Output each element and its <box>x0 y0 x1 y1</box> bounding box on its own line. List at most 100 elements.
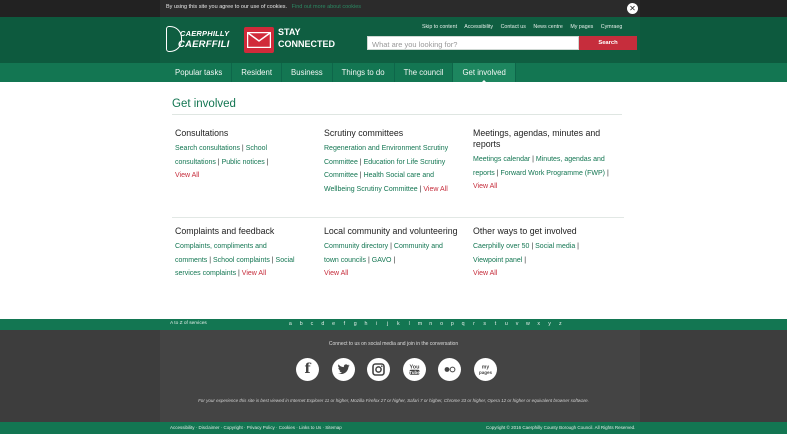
view-all-link[interactable]: View All <box>324 270 348 277</box>
section-links: Complaints, compliments and comments | S… <box>175 243 295 277</box>
contact-link[interactable]: Contact us <box>501 24 526 30</box>
a-to-z-bar: A to Z of services a b c d e f g h i j k… <box>0 319 787 330</box>
link-public-notices[interactable]: Public notices <box>222 159 265 166</box>
search-placeholder: What are you looking for? <box>372 40 458 49</box>
instagram-icon[interactable] <box>367 358 390 381</box>
section-local-community: Local community and volunteering Communi… <box>324 226 458 281</box>
section-links: Community directory | Community and town… <box>324 243 443 277</box>
logo-line-2: CAERFFILI <box>178 39 230 50</box>
accessibility-link[interactable]: Accessibility <box>464 24 493 30</box>
view-all-link[interactable]: View All <box>242 270 266 277</box>
svg-text:Tube: Tube <box>409 370 420 375</box>
footer-links[interactable]: Accessibility · Disclaimer · Copyright ·… <box>170 425 342 430</box>
a-to-z-letters: a b c d e f g h i j k l m n o p q r s t … <box>285 320 566 329</box>
nav-the-council[interactable]: The council <box>395 63 454 82</box>
link-search-consultations[interactable]: Search consultations <box>175 145 240 152</box>
social-intro: Connect to us on social media and join i… <box>328 341 459 347</box>
nav-get-involved[interactable]: Get involved <box>453 63 516 83</box>
cookie-bar: By using this site you agree to our use … <box>0 0 787 17</box>
letter-x[interactable]: x <box>533 320 544 329</box>
link-gavo[interactable]: GAVO <box>372 257 392 264</box>
letter-j[interactable]: j <box>382 320 393 329</box>
cookie-text: By using this site you agree to our use … <box>166 4 288 10</box>
letter-y[interactable]: y <box>544 320 555 329</box>
section-heading: Other ways to get involved <box>473 226 577 236</box>
nav-popular-tasks[interactable]: Popular tasks <box>166 63 233 82</box>
section-links: Regeneration and Environment Scrutiny Co… <box>324 145 449 193</box>
section-complaints: Complaints and feedback Complaints, comp… <box>175 226 295 281</box>
utility-links: Skip to content Accessibility Contact us… <box>422 24 628 34</box>
letter-f[interactable]: f <box>339 320 350 329</box>
social-links: f You Tube my pages <box>296 358 509 381</box>
letter-g[interactable]: g <box>350 320 361 329</box>
facebook-icon[interactable]: f <box>296 358 319 381</box>
letter-m[interactable]: m <box>415 320 426 329</box>
twitter-icon[interactable] <box>331 358 355 381</box>
cookie-message: By using this site you agree to our use … <box>166 4 361 10</box>
letter-t[interactable]: t <box>490 320 501 329</box>
section-heading: Local community and volunteering <box>324 226 458 236</box>
letter-c[interactable]: c <box>307 320 318 329</box>
letter-q[interactable]: q <box>458 320 469 329</box>
view-all-link[interactable]: View All <box>423 186 447 193</box>
link-forward-work-programme[interactable]: Forward Work Programme (FWP) <box>501 170 606 177</box>
link-school-complaints[interactable]: School complaints <box>213 257 270 264</box>
skip-link[interactable]: Skip to content <box>422 24 457 30</box>
section-heading: Consultations <box>175 128 229 138</box>
svg-text:pages: pages <box>478 370 492 375</box>
link-social-media[interactable]: Social media <box>535 243 575 250</box>
link-community-directory[interactable]: Community directory <box>324 243 388 250</box>
section-other-ways: Other ways to get involved Caerphilly ov… <box>473 226 581 281</box>
stay-line-2: CONNECTED <box>278 39 336 49</box>
news-link[interactable]: News centre <box>533 24 562 30</box>
my-pages-link[interactable]: My pages <box>570 24 593 30</box>
envelope-icon <box>244 27 274 53</box>
link-viewpoint-panel[interactable]: Viewpoint panel <box>473 257 522 264</box>
letter-b[interactable]: b <box>296 320 307 329</box>
nav-things-to-do[interactable]: Things to do <box>333 63 395 82</box>
letter-u[interactable]: u <box>501 320 512 329</box>
letter-n[interactable]: n <box>425 320 436 329</box>
section-meetings: Meetings, agendas, minutes and reports M… <box>473 128 615 194</box>
section-heading: Meetings, agendas, minutes and reports <box>473 128 601 149</box>
letter-d[interactable]: d <box>317 320 328 329</box>
letter-z[interactable]: z <box>555 320 566 329</box>
view-all-link[interactable]: View All <box>473 270 497 277</box>
letter-v[interactable]: v <box>512 320 523 329</box>
letter-k[interactable]: k <box>393 320 404 329</box>
view-all-link[interactable]: View All <box>473 183 497 190</box>
letter-o[interactable]: o <box>436 320 447 329</box>
nav-resident[interactable]: Resident <box>232 63 283 82</box>
browser-note: For your experience this site is best vi… <box>198 398 589 403</box>
link-caerphilly-over-50[interactable]: Caerphilly over 50 <box>473 243 529 250</box>
title-divider <box>172 114 622 115</box>
search-button[interactable]: Search <box>579 36 637 50</box>
letter-h[interactable]: h <box>361 320 372 329</box>
letter-s[interactable]: s <box>479 320 490 329</box>
search-input[interactable]: What are you looking for? <box>367 36 579 50</box>
nav-business[interactable]: Business <box>282 63 333 82</box>
close-icon[interactable]: ✕ <box>627 3 638 14</box>
letter-l[interactable]: l <box>404 320 415 329</box>
youtube-icon[interactable]: You Tube <box>402 358 426 381</box>
link-meetings-calendar[interactable]: Meetings calendar <box>473 156 530 163</box>
letter-a[interactable]: a <box>285 320 296 329</box>
page-title: Get involved <box>172 98 236 110</box>
a-to-z-label: A to Z of services <box>170 321 207 326</box>
stay-line-1: STAY <box>278 27 301 37</box>
footer-bottom-bar: Accessibility · Disclaimer · Copyright ·… <box>0 422 787 434</box>
letter-p[interactable]: p <box>447 320 458 329</box>
section-links: Search consultations | School consultati… <box>175 145 269 179</box>
council-logo[interactable]: CAERPHILLY CAERFFILI <box>166 26 236 54</box>
stay-connected-logo[interactable]: STAY CONNECTED <box>244 27 336 55</box>
letter-e[interactable]: e <box>328 320 339 329</box>
letter-i[interactable]: i <box>371 320 382 329</box>
flickr-icon[interactable] <box>438 358 461 381</box>
cookie-link[interactable]: Find out more about cookies <box>292 4 361 10</box>
letter-w[interactable]: w <box>523 320 534 329</box>
my-pages-icon[interactable]: my pages <box>473 358 497 381</box>
view-all-link[interactable]: View All <box>175 172 199 179</box>
letter-r[interactable]: r <box>469 320 480 329</box>
cymraeg-link[interactable]: Cymraeg <box>601 24 623 30</box>
section-heading: Complaints and feedback <box>175 226 275 236</box>
